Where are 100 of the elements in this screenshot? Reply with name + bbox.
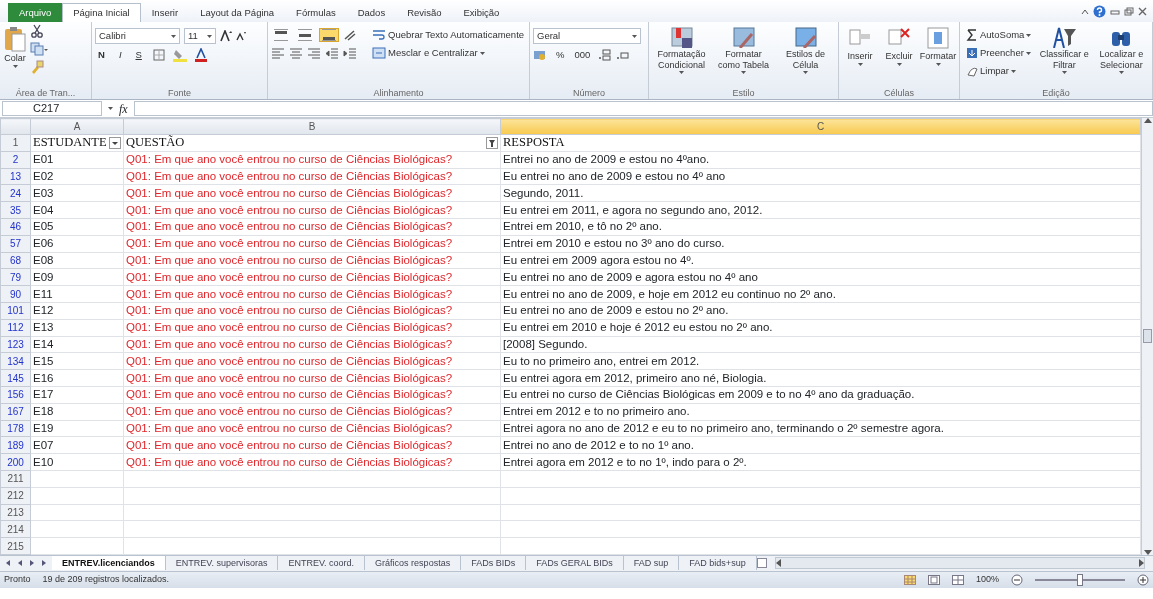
indent-icon[interactable]	[343, 47, 357, 59]
table-cell: E15	[33, 354, 54, 367]
zoom-in-icon[interactable]	[1137, 573, 1149, 586]
align-button[interactable]	[319, 28, 339, 42]
merge-center-button[interactable]: Mesclar e Centralizar	[369, 46, 488, 60]
increase-decimal-icon[interactable]	[597, 49, 612, 61]
shrink-font-icon[interactable]	[236, 31, 246, 41]
thousands-button[interactable]: 000	[571, 48, 594, 62]
sheet-tab[interactable]: FAD sup	[623, 556, 680, 571]
formula-field[interactable]	[133, 101, 1153, 116]
paste-button[interactable]: Colar	[3, 24, 27, 70]
sheet-tab[interactable]: FADs BIDs	[461, 556, 527, 571]
eraser-icon	[966, 65, 978, 77]
styles-button[interactable]: Formatação Condicional	[652, 24, 711, 76]
borders-icon[interactable]	[152, 49, 165, 61]
normal-view-icon[interactable]	[903, 574, 916, 585]
help-icon[interactable]	[1093, 5, 1106, 18]
new-sheet-icon[interactable]	[756, 558, 767, 569]
ribbon-tab[interactable]: Layout da Página	[189, 3, 286, 22]
sheet-tab[interactable]: ENTREV.licenciandos	[52, 556, 166, 571]
table-cell: E14	[33, 337, 54, 350]
table-cell: Q01: Em que ano você entrou no curso de Ciências Biológicas?	[126, 220, 453, 233]
zoom-out-icon[interactable]	[1011, 573, 1023, 586]
sheet-tab[interactable]: ENTREV. supervisoras	[165, 556, 279, 571]
caret-icon	[632, 34, 637, 38]
align-button[interactable]	[271, 28, 291, 42]
scissors-icon[interactable]	[30, 24, 44, 38]
decrease-decimal-icon[interactable]	[615, 49, 630, 61]
editing-button[interactable]: Classificar e Filtrar	[1037, 24, 1092, 76]
column-header[interactable]: B	[123, 118, 501, 135]
column-header[interactable]: A	[30, 118, 124, 135]
align-button[interactable]	[295, 28, 315, 42]
sheet-tab[interactable]: ENTREV. coord.	[278, 556, 366, 571]
editing-button[interactable]: AutoSoma	[963, 28, 1035, 42]
status-mode: Pronto	[4, 573, 31, 587]
sheet-tab[interactable]: FADs GERAL BIDs	[526, 556, 624, 571]
cells-button[interactable]: Formatar	[920, 24, 956, 68]
ribbon-tab[interactable]: Dados	[346, 3, 397, 22]
table-cell: Q01: Em que ano você entrou no curso de Ciências Biológicas?	[126, 421, 453, 434]
name-box[interactable]: C217	[2, 101, 102, 116]
wrap-icon	[372, 29, 386, 41]
font-color-icon[interactable]	[194, 48, 207, 62]
file-menu-tab[interactable]: Arquivo	[8, 3, 63, 22]
editing-button[interactable]: Localizar e Selecionar	[1094, 24, 1149, 76]
restore-icon[interactable]	[1124, 7, 1134, 16]
function-button[interactable]: fx	[119, 99, 128, 118]
outdent-icon[interactable]	[325, 47, 339, 59]
caret-icon	[935, 62, 941, 66]
fill-color-icon[interactable]	[172, 48, 187, 62]
minimize-icon[interactable]	[1110, 7, 1120, 16]
cells-button[interactable]: Inserir	[842, 24, 878, 68]
italic-button[interactable]: I	[115, 48, 125, 62]
editing-button[interactable]: Preencher	[963, 46, 1035, 60]
scroll-right-icon	[1139, 559, 1144, 568]
format-cells-icon	[926, 26, 950, 50]
minimize-ribbon-icon[interactable]	[1081, 8, 1089, 15]
cells-button[interactable]: Excluir	[881, 24, 917, 68]
zoom-percent[interactable]: 100%	[975, 573, 999, 587]
table-cell: Entrei agora em 2012 e to no 1º, indo para o 2º.	[503, 455, 747, 468]
table-cell: Eu entrei no ano de 2009, e hoje em 2012 eu continuo no 2º ano.	[503, 287, 836, 300]
font-size-field[interactable]: 11	[184, 28, 216, 44]
close-icon[interactable]	[1138, 7, 1147, 16]
filter-icon[interactable]	[486, 137, 498, 150]
sheet-tab[interactable]: Gráficos respostas	[365, 556, 462, 571]
zoom-slider-thumb[interactable]	[1077, 573, 1083, 586]
ribbon-tab[interactable]: Exibição	[452, 3, 511, 22]
percent-button[interactable]: %	[553, 48, 568, 62]
ribbon-tab[interactable]: Revisão	[396, 3, 453, 22]
table-cell: Eu entrei no ano de 2009 e estou no 2º ano.	[503, 304, 729, 317]
header-cell: RESPOSTA	[503, 135, 565, 150]
table-cell: Q01: Em que ano você entrou no curso de Ciências Biológicas?	[126, 237, 453, 250]
bold-button[interactable]: N	[95, 48, 108, 62]
page-layout-icon[interactable]	[927, 574, 940, 585]
wrap-text-button[interactable]: Quebrar Texto Automaticamente	[369, 28, 528, 42]
editing-button[interactable]: Limpar	[963, 64, 1035, 78]
page-break-icon[interactable]	[951, 574, 964, 585]
ribbon-tab[interactable]: Fórmulas	[285, 3, 347, 22]
ribbon-tab[interactable]: Inserir	[140, 3, 190, 22]
grow-font-icon[interactable]	[220, 30, 232, 42]
table-cell: E05	[33, 220, 54, 233]
ribbon-tab[interactable]: Página Inicial	[62, 3, 141, 22]
styles-button[interactable]: Estilos de Célula	[776, 24, 835, 76]
group-label: Número	[572, 87, 606, 99]
table-cell: Q01: Em que ano você entrou no curso de Ciências Biológicas?	[126, 354, 453, 367]
table-cell: Entrei em 2010, e tô no 2º ano.	[503, 220, 662, 233]
table-cell: E08	[33, 253, 54, 266]
table-cell: Eu entrei no ano de 2009 e agora estou no 4º ano	[503, 270, 758, 283]
horizontal-scrollbar[interactable]	[774, 557, 1145, 570]
orientation-icon[interactable]	[343, 29, 357, 41]
underline-button[interactable]: S	[132, 48, 145, 62]
sheet-tab[interactable]: FAD bids+sup	[679, 556, 757, 571]
font-name-field[interactable]: Calibri	[95, 28, 180, 44]
number-format-field[interactable]: Geral	[533, 28, 641, 44]
filter-dropdown-icon[interactable]	[109, 137, 121, 150]
column-header[interactable]: C	[500, 118, 1141, 135]
scroll-thumb-icon[interactable]	[1143, 329, 1152, 344]
styles-button[interactable]: Formatar como Tabela	[714, 24, 773, 76]
table-cell: Eu entrei no curso de Ciências Biológicas em 2009 e to no 4º ano da graduação.	[503, 388, 915, 401]
caret-icon	[1011, 69, 1017, 73]
table-cell: E13	[33, 321, 54, 334]
